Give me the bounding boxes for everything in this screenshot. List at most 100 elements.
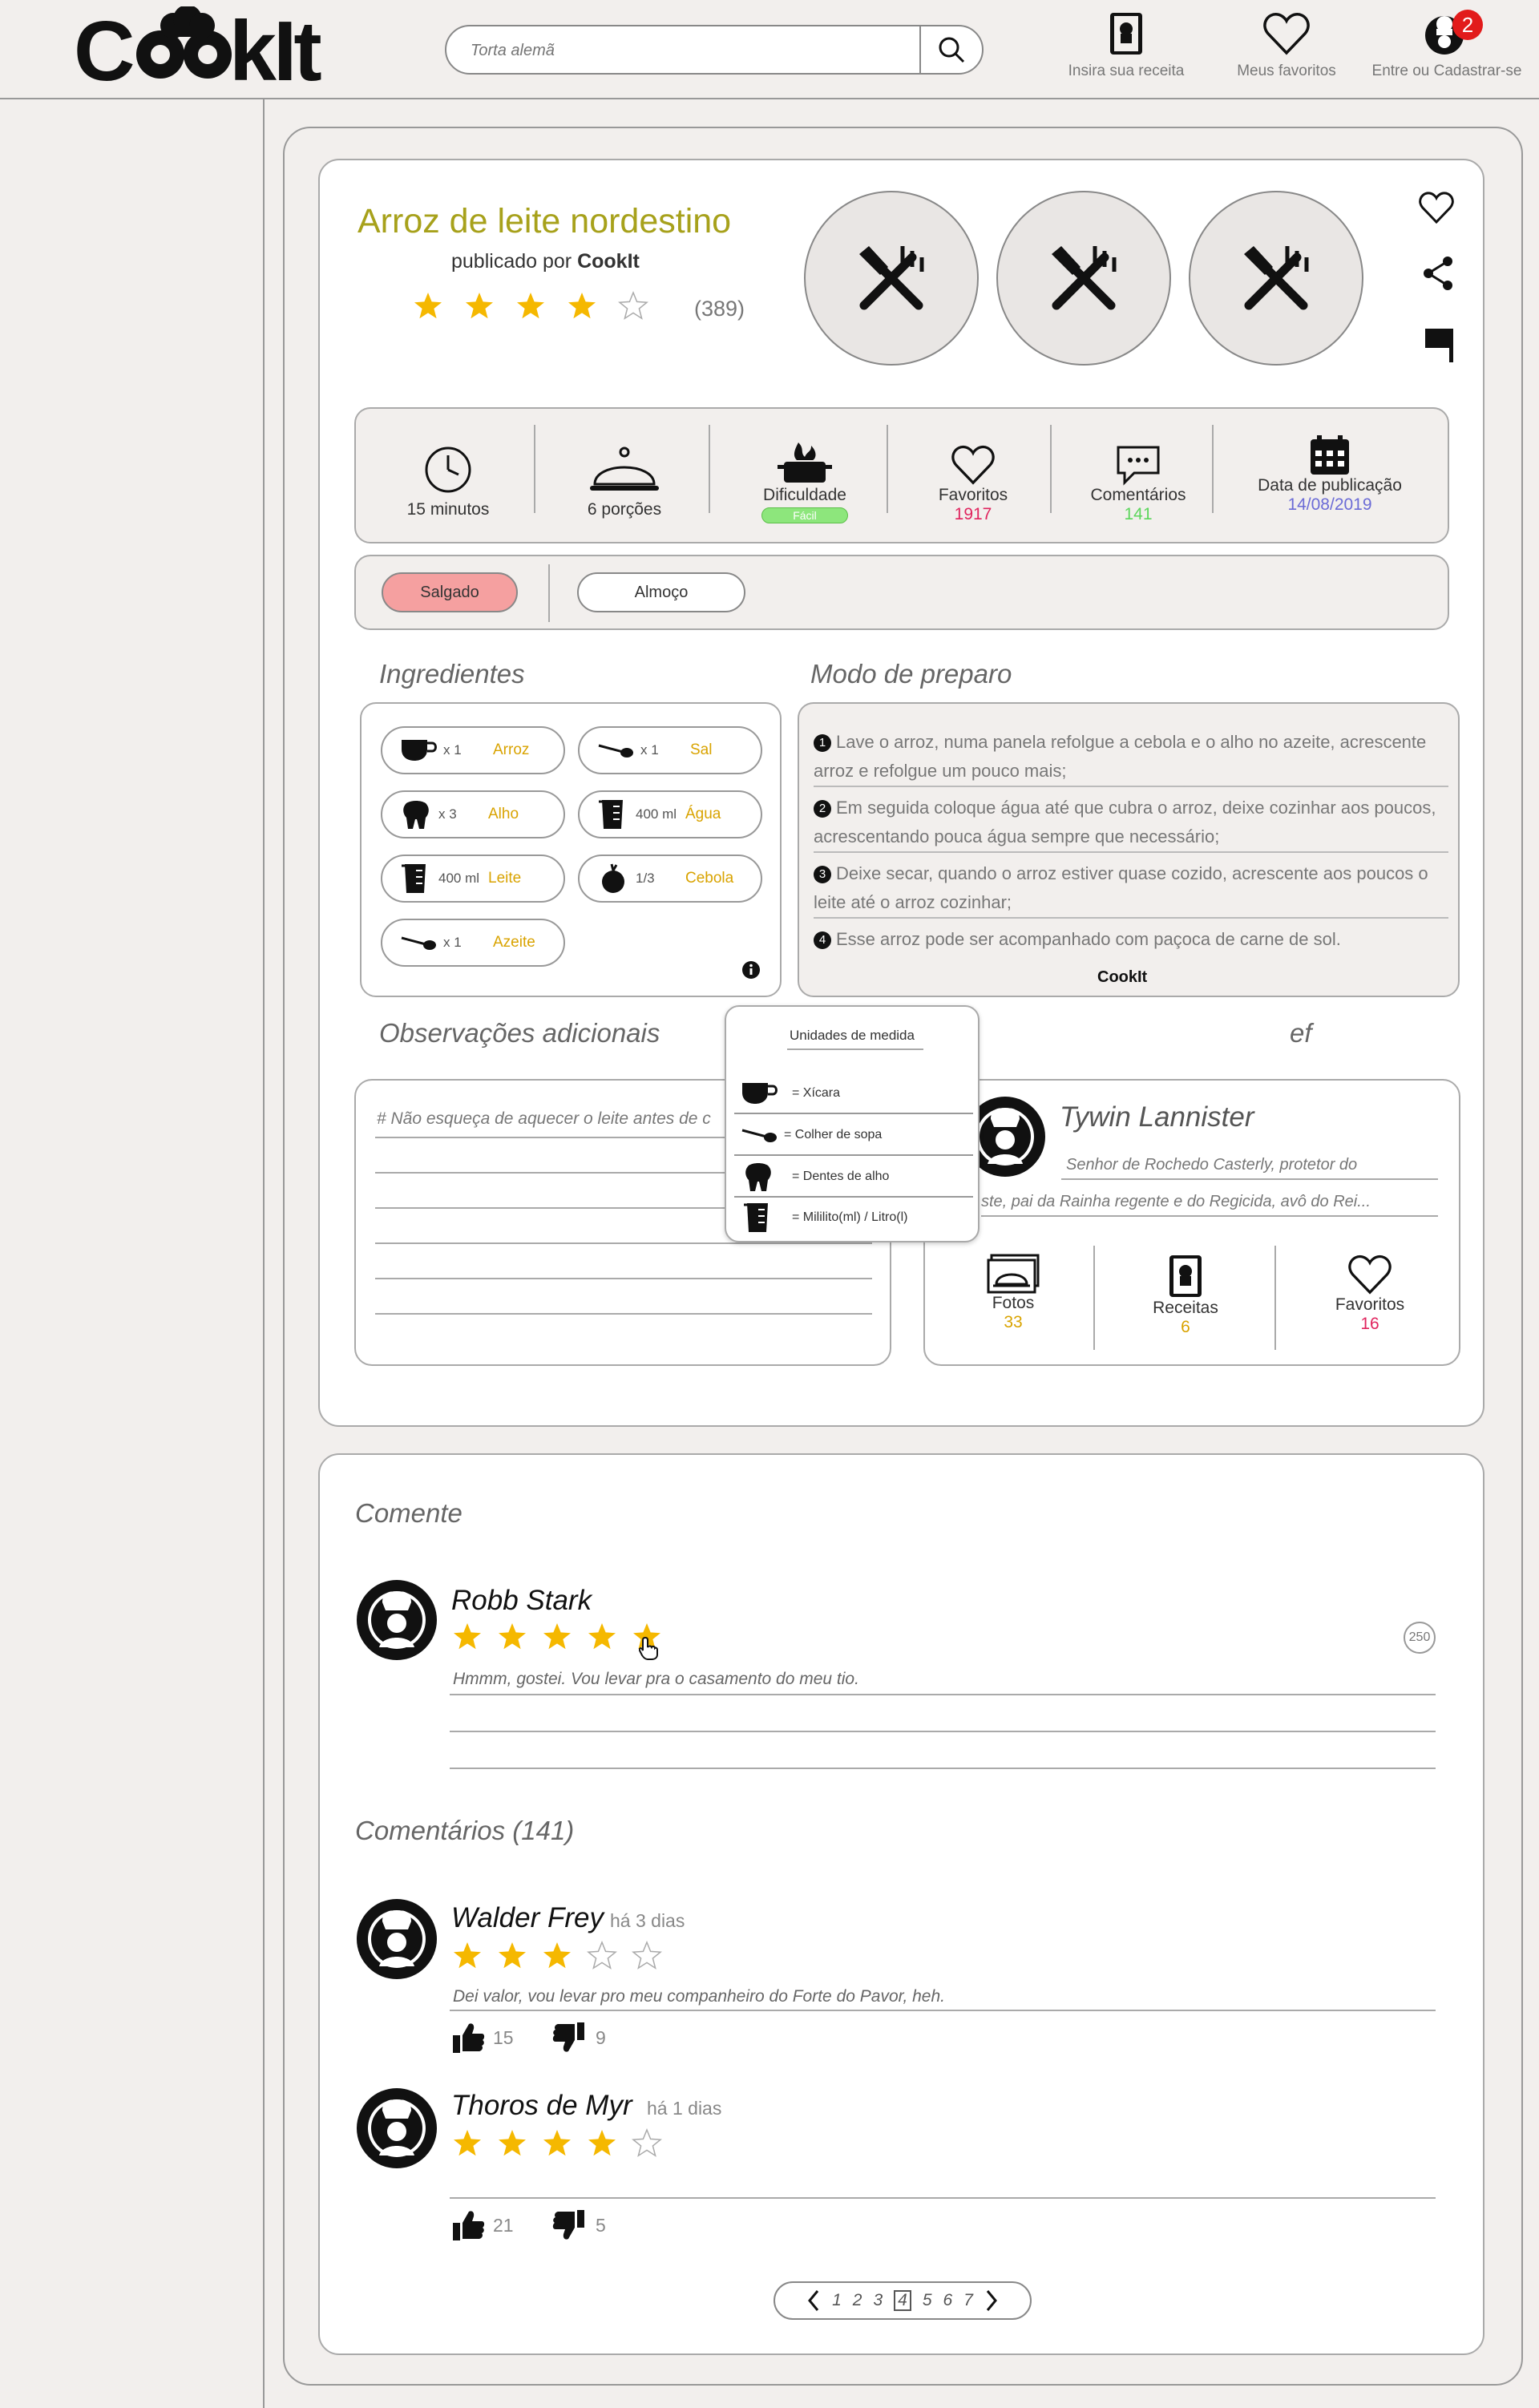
dislike-button[interactable]: 5 bbox=[552, 2210, 606, 2240]
star-filled-icon bbox=[543, 1942, 571, 1969]
ingredient-qty: x 1 bbox=[640, 742, 659, 758]
publisher-prefix: publicado por bbox=[451, 250, 578, 273]
like-button[interactable]: 21 bbox=[453, 2210, 514, 2240]
char-counter: 250 bbox=[1404, 1622, 1436, 1654]
heart-icon bbox=[1263, 13, 1310, 55]
heart-icon bbox=[1348, 1255, 1392, 1295]
ingredient-qty: 400 ml bbox=[438, 871, 480, 886]
notes-line bbox=[375, 1313, 872, 1315]
page-link[interactable]: 2 bbox=[853, 2291, 862, 2310]
recipe-stats: 15 minutos 6 porções Dificuldade Fácil F… bbox=[354, 407, 1449, 543]
cup-icon bbox=[402, 740, 437, 761]
ingredient-qty: 1/3 bbox=[636, 871, 655, 886]
recipe-photo-1[interactable] bbox=[804, 191, 979, 366]
fork-knife-icon bbox=[859, 246, 924, 310]
star-filled-icon[interactable] bbox=[496, 1622, 528, 1652]
chef-photos-value: 33 bbox=[1004, 1313, 1023, 1331]
units-popup-title: Unidades de medida bbox=[790, 1028, 915, 1043]
share-icon[interactable] bbox=[1422, 255, 1454, 292]
star-filled-icon[interactable] bbox=[515, 291, 547, 321]
nav-insert-recipe[interactable]: Insira sua receita bbox=[1058, 11, 1194, 83]
divider bbox=[1093, 1246, 1095, 1350]
recipe-book-icon bbox=[1169, 1255, 1202, 1297]
chevron-right-icon[interactable] bbox=[984, 2289, 999, 2312]
spoon-icon bbox=[598, 744, 633, 758]
star-filled-icon bbox=[499, 1942, 526, 1969]
tag-salgado[interactable]: Salgado bbox=[382, 572, 518, 612]
page-link[interactable]: 7 bbox=[963, 2291, 973, 2310]
nav-favorites[interactable]: Meus favoritos bbox=[1218, 11, 1355, 83]
chef-photos[interactable]: Fotos 33 bbox=[957, 1254, 1069, 1332]
like-button[interactable]: 15 bbox=[453, 2022, 514, 2053]
heart-icon bbox=[951, 446, 995, 485]
chef-recipes[interactable]: Receitas 6 bbox=[1125, 1254, 1246, 1337]
publisher-name[interactable]: CookIt bbox=[577, 250, 640, 273]
ingredient-name: Leite bbox=[488, 870, 522, 887]
commenter-name[interactable]: Thoros de Myr bbox=[451, 2090, 632, 2122]
star-filled-icon[interactable] bbox=[566, 291, 598, 321]
star-filled-icon[interactable] bbox=[541, 1622, 573, 1652]
chef-bio-line: Senhor de Rochedo Casterly, protetor do bbox=[1066, 1156, 1358, 1174]
ingredient-item[interactable]: x 1 Arroz bbox=[381, 726, 565, 774]
notes-line bbox=[375, 1242, 872, 1244]
page-link[interactable]: 1 bbox=[832, 2291, 842, 2310]
ingredient-item[interactable]: 400 ml Água bbox=[578, 790, 762, 838]
search-button[interactable] bbox=[919, 26, 982, 73]
star-filled-icon[interactable] bbox=[412, 291, 444, 321]
page-link[interactable]: 3 bbox=[873, 2291, 883, 2310]
stat-time-value: 15 minutos bbox=[406, 500, 490, 519]
notification-badge[interactable]: 2 bbox=[1452, 10, 1483, 40]
recipe-photo-3[interactable] bbox=[1189, 191, 1363, 366]
nav-login[interactable]: Entre ou Cadastrar-se 2 bbox=[1363, 10, 1531, 83]
chef-favorites[interactable]: Favoritos 16 bbox=[1310, 1254, 1430, 1334]
favorite-heart-icon[interactable] bbox=[1418, 191, 1455, 224]
ingredient-item[interactable]: 400 ml Leite bbox=[381, 855, 565, 903]
divider bbox=[534, 425, 535, 513]
measuring-cup-icon bbox=[402, 864, 426, 893]
star-filled-icon[interactable] bbox=[586, 1622, 618, 1652]
dislike-button[interactable]: 9 bbox=[552, 2022, 606, 2053]
stat-date-value: 14/08/2019 bbox=[1287, 495, 1372, 514]
comment-line bbox=[450, 2010, 1436, 2011]
recipe-photo-2[interactable] bbox=[996, 191, 1171, 366]
star-filled-icon bbox=[454, 1942, 481, 1969]
chef-name[interactable]: Tywin Lannister bbox=[1060, 1101, 1254, 1133]
comment-input[interactable]: Hmmm, gostei. Vou levar pra o casamento … bbox=[453, 1670, 859, 1689]
preparation-box: 1 Lave o arroz, numa panela refolgue a ce… bbox=[798, 702, 1460, 997]
star-empty-icon[interactable] bbox=[617, 291, 649, 321]
thumbs-up-icon bbox=[453, 2211, 485, 2240]
ingredient-item[interactable]: x 1 Azeite bbox=[381, 919, 565, 967]
comment-time: há 3 dias bbox=[610, 1910, 685, 1931]
nav-insert-recipe-label: Insira sua receita bbox=[1068, 63, 1185, 79]
ingredient-item[interactable]: x 3 Alho bbox=[381, 790, 565, 838]
commenter-name[interactable]: Walder Frey bbox=[451, 1902, 604, 1934]
ingredients-box: x 1 Arroz x 1 Sal x 3 Alho 400 ml Água 400 m… bbox=[360, 702, 782, 997]
info-icon[interactable] bbox=[741, 960, 761, 980]
recipe-rating[interactable] bbox=[412, 291, 649, 321]
step-text: Esse arroz pode ser acompanhado com paço… bbox=[836, 929, 1341, 949]
ingredient-item[interactable]: 1/3 Cebola bbox=[578, 855, 762, 903]
step-number: 4 bbox=[814, 931, 831, 949]
thumbs-down-icon bbox=[552, 2210, 584, 2240]
recipe-title: Arroz de leite nordestino bbox=[357, 202, 732, 240]
comment-line bbox=[450, 1731, 1436, 1732]
ingredient-qty: x 1 bbox=[443, 935, 462, 950]
cookit-logo[interactable]: C kIt bbox=[74, 6, 354, 90]
stat-time: 15 minutos bbox=[372, 417, 524, 521]
page-link[interactable]: 5 bbox=[923, 2291, 932, 2310]
stat-date-label: Data de publicação bbox=[1258, 476, 1402, 495]
page-link[interactable]: 6 bbox=[943, 2291, 953, 2310]
page-link-current[interactable]: 4 bbox=[894, 2290, 911, 2311]
fork-knife-icon bbox=[1244, 246, 1309, 310]
search-input[interactable] bbox=[471, 36, 871, 65]
ingredient-item[interactable]: x 1 Sal bbox=[578, 726, 762, 774]
tag-almoco[interactable]: Almoço bbox=[577, 572, 745, 612]
unit-row: = Mililito(ml) / Litro(l) bbox=[734, 1198, 973, 1238]
comment-form-title: Comente bbox=[355, 1498, 463, 1528]
chevron-left-icon[interactable] bbox=[806, 2289, 821, 2312]
report-flag-icon[interactable] bbox=[1424, 327, 1456, 364]
star-filled-icon[interactable] bbox=[463, 291, 495, 321]
ingredient-name: Cebola bbox=[685, 870, 734, 887]
rating-input[interactable] bbox=[451, 1622, 663, 1652]
star-filled-icon[interactable] bbox=[451, 1622, 483, 1652]
